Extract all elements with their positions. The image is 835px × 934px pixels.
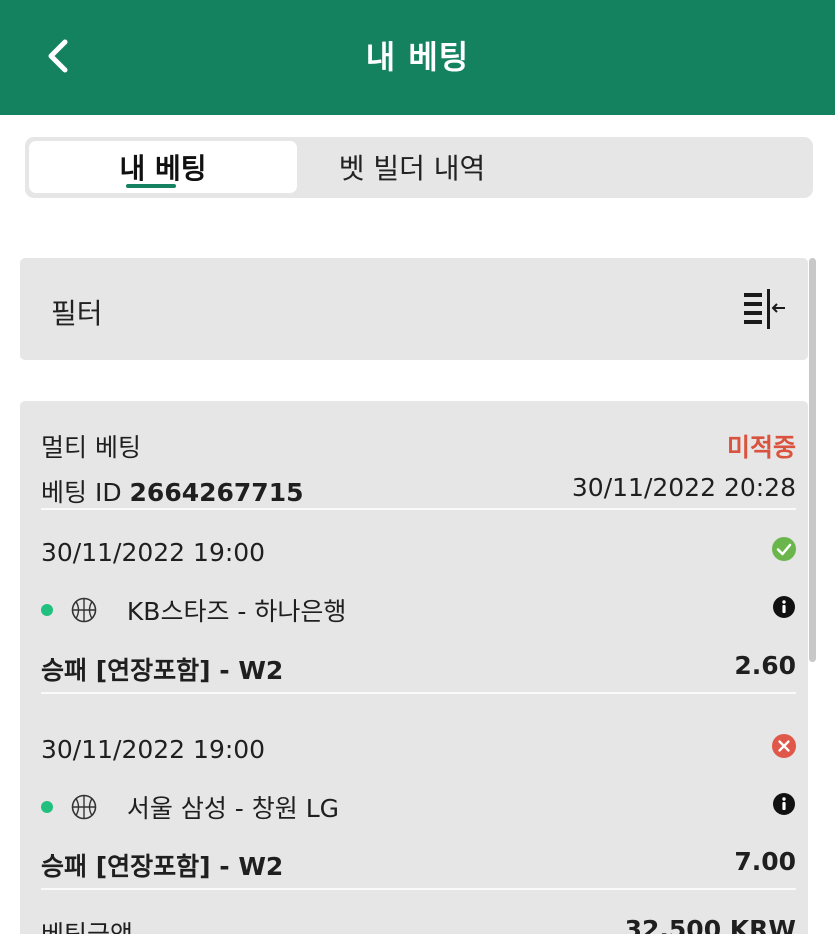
odds-value: 2.60 — [734, 651, 796, 680]
basketball-icon — [71, 597, 97, 623]
bet-id-label: 베팅 ID — [41, 478, 122, 507]
tab-my-bets[interactable]: 내 베팅 — [29, 141, 297, 193]
bet-status-badge: 미적중 — [726, 433, 796, 462]
selection-market-row: 승패 [연장포함] - W2 2.60 — [41, 651, 796, 687]
live-dot-icon — [41, 801, 53, 813]
tab-label: 내 베팅 — [119, 152, 207, 185]
page-title: 내 베팅 — [365, 38, 470, 76]
filter-bar[interactable]: 필터 — [20, 258, 808, 360]
stake-label: 베팅금액 — [41, 920, 133, 934]
selection-datetime-row: 30/11/2022 19:00 — [41, 537, 796, 567]
live-dot-icon — [41, 604, 53, 616]
selection-datetime: 30/11/2022 19:00 — [41, 735, 266, 764]
bet-type: 멀티 베팅 — [41, 433, 141, 462]
info-icon[interactable] — [773, 793, 795, 815]
filter-collapse-icon — [744, 289, 785, 329]
selection-datetime: 30/11/2022 19:00 — [41, 538, 266, 567]
divider — [41, 888, 796, 890]
app-header: 내 베팅 — [0, 0, 835, 115]
bet-id-row: 베팅 ID 2664267715 30/11/2022 20:28 — [41, 473, 796, 509]
selection-match-row: KB스타즈 - 하나은행 — [41, 592, 796, 628]
cross-circle-icon — [772, 734, 796, 758]
active-tab-indicator — [126, 184, 176, 188]
match-name: 서울 삼성 - 창원 LG — [126, 794, 340, 823]
divider — [41, 508, 796, 510]
bet-placed-time: 30/11/2022 20:28 — [571, 473, 796, 502]
bet-id-value: 2664267715 — [129, 478, 304, 507]
filter-label: 필터 — [51, 297, 103, 330]
check-circle-icon — [772, 537, 796, 561]
match-name: KB스타즈 - 하나은행 — [126, 597, 347, 626]
market-name: 승패 [연장포함] - W2 — [41, 656, 284, 685]
tab-label: 벳 빌더 내역 — [338, 152, 486, 185]
stake-row: 베팅금액 32,500 KRW — [41, 915, 796, 934]
selection-match-row: 서울 삼성 - 창원 LG — [41, 789, 796, 825]
tab-bet-builder-history[interactable]: 벳 빌더 내역 — [297, 141, 527, 193]
selection-market-row: 승패 [연장포함] - W2 7.00 — [41, 847, 796, 883]
divider — [41, 692, 796, 694]
scrollbar[interactable] — [809, 258, 816, 662]
market-name: 승패 [연장포함] - W2 — [41, 852, 284, 881]
bet-card[interactable]: 멀티 베팅 미적중 베팅 ID 2664267715 30/11/2022 20… — [20, 401, 808, 934]
selection-datetime-row: 30/11/2022 19:00 — [41, 734, 796, 764]
bet-type-row: 멀티 베팅 미적중 — [41, 428, 796, 464]
stake-value: 32,500 KRW — [624, 915, 796, 934]
odds-value: 7.00 — [734, 847, 796, 876]
tab-bar: 내 베팅 벳 빌더 내역 — [25, 137, 813, 198]
info-icon[interactable] — [773, 596, 795, 618]
basketball-icon — [71, 794, 97, 820]
